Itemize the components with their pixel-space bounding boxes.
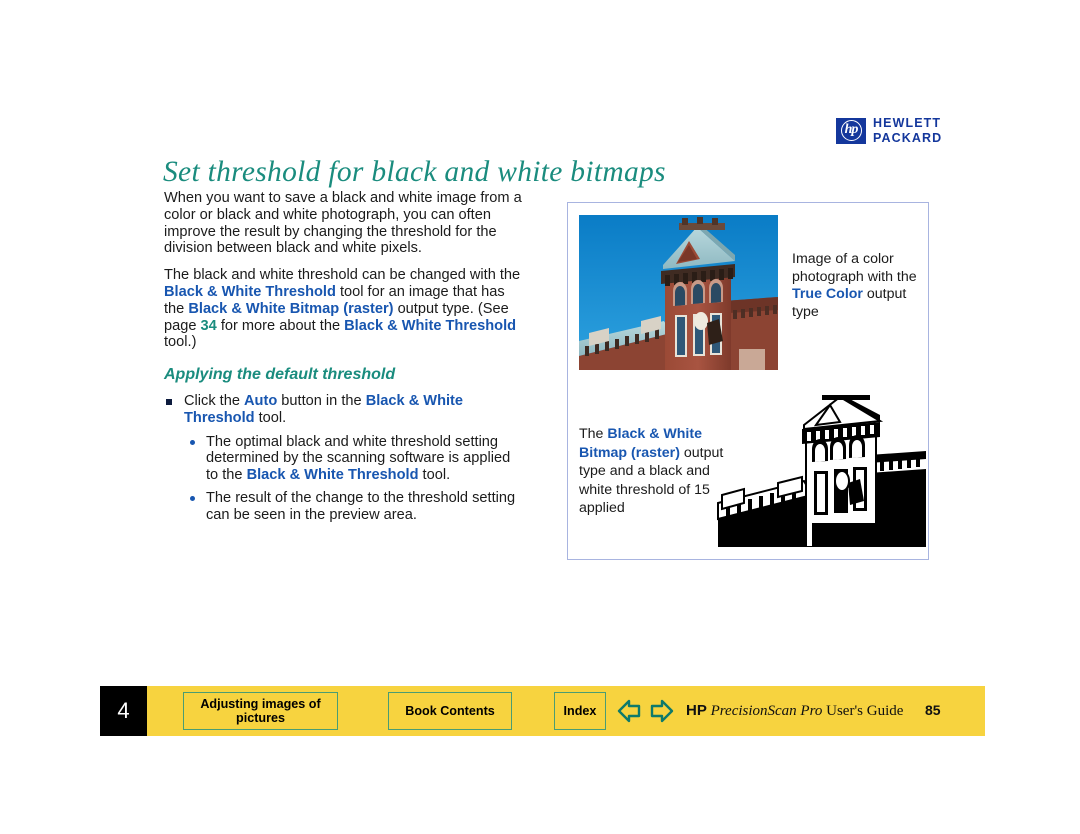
- hp-monogram-icon: hp: [840, 120, 862, 141]
- illustration-panel: Image of a color photograph with the Tru…: [567, 202, 929, 560]
- main-text-column: When you want to save a black and white …: [164, 190, 524, 530]
- page-navigation-arrows: [617, 699, 674, 723]
- round-bullet-icon: [190, 495, 195, 501]
- bullet-item-click-auto: Click the Auto button in the Black & Whi…: [164, 393, 524, 427]
- chapter-number-badge: 4: [100, 686, 147, 736]
- figure-caption-color: Image of a color photograph with the Tru…: [792, 251, 922, 321]
- footer-brand-hp: HP: [686, 702, 707, 719]
- text-segment: tool.: [254, 409, 287, 426]
- section-subheading: Applying the default threshold: [164, 366, 396, 384]
- subbullet-item-preview-result: The result of the change to the threshol…: [186, 490, 524, 524]
- previous-page-arrow-icon[interactable]: [617, 699, 642, 723]
- footer-brand-guide: User's Guide: [826, 703, 904, 719]
- footer-brand-text: HP PrecisionScan Pro User's Guide: [686, 702, 903, 720]
- nav-button-index[interactable]: Index: [554, 692, 606, 730]
- hp-logo: hp HEWLETT PACKARD: [836, 117, 942, 144]
- square-bullet-icon: [166, 398, 172, 405]
- term-bw-threshold-1: Black & White Threshold: [164, 283, 336, 300]
- hp-logo-line-2: PACKARD: [873, 130, 943, 145]
- figure-caption-bitmap: The Black & White Bitmap (raster) output…: [579, 425, 744, 518]
- text-segment: Click the: [184, 392, 245, 409]
- text-segment: for more about the: [216, 317, 345, 334]
- footer-brand-product: PrecisionScan Pro: [706, 703, 827, 719]
- hp-logo-line-1: HEWLETT: [873, 116, 942, 130]
- next-page-arrow-icon[interactable]: [649, 699, 674, 723]
- hp-logo-badge: hp: [836, 117, 866, 144]
- hp-logo-wordmark: HEWLETT PACKARD: [873, 117, 942, 144]
- page-title: Set threshold for black and white bitmap…: [163, 155, 666, 188]
- paragraph-intro: When you want to save a black and white …: [164, 190, 522, 257]
- footer-page-number: 85: [925, 702, 941, 718]
- color-building-photo-icon: [579, 215, 778, 370]
- text-segment: The black and white threshold can be cha…: [164, 267, 521, 284]
- text-segment: button in the: [277, 392, 366, 409]
- text-segment: tool.: [418, 467, 451, 484]
- term-true-color: True Color: [792, 286, 863, 302]
- text-segment: The result of the change to the threshol…: [206, 489, 516, 523]
- subbullet-item-optimal-setting: The optimal black and white threshold se…: [186, 434, 524, 484]
- figure-color-photograph: [579, 215, 778, 370]
- nav-button-book-contents[interactable]: Book Contents: [388, 692, 512, 730]
- nav-button-adjusting-images-of-pictures[interactable]: Adjusting images of pictures: [183, 692, 338, 730]
- document-page: hp HEWLETT PACKARD Set threshold for bla…: [0, 0, 1080, 834]
- text-segment: tool.): [164, 334, 197, 351]
- term-auto-button: Auto: [244, 392, 278, 409]
- term-bw-threshold-4: Black & White Threshold: [246, 467, 419, 484]
- term-bw-threshold-2: Black & White Threshold: [344, 317, 517, 334]
- round-bullet-icon: [190, 439, 195, 445]
- term-bw-bitmap-raster: Black & White Bitmap (raster): [188, 300, 394, 317]
- text-segment: Image of a color photograph with the: [792, 251, 917, 285]
- paragraph-threshold-tool: The black and white threshold can be cha…: [164, 267, 524, 351]
- page-reference-34[interactable]: 34: [201, 318, 217, 334]
- text-segment: The: [579, 426, 608, 442]
